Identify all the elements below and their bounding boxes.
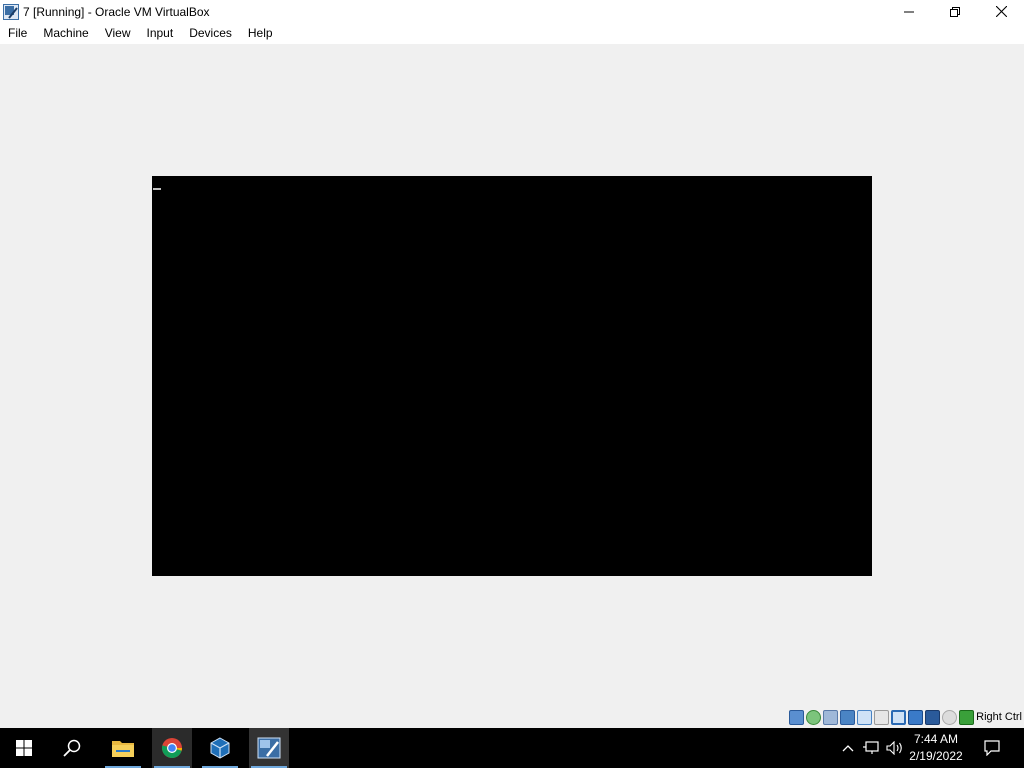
usb-icon[interactable] [857, 710, 872, 725]
vm-display-area [0, 44, 1024, 706]
network-icon[interactable] [840, 710, 855, 725]
file-explorer-icon [112, 741, 134, 757]
menu-help[interactable]: Help [240, 23, 281, 44]
close-icon [995, 6, 1007, 17]
search-button[interactable] [52, 728, 92, 768]
start-icon [16, 740, 32, 756]
status-bar: Right Ctrl [0, 706, 1024, 728]
taskbar-clock[interactable]: 7:44 AM 2/19/2022 [906, 731, 966, 765]
action-center-button[interactable] [972, 728, 1012, 768]
vm-screen[interactable] [152, 176, 872, 576]
menu-devices[interactable]: Devices [181, 23, 240, 44]
virtualbox-app-icon [3, 3, 19, 20]
search-icon [63, 739, 81, 757]
clock-time: 7:44 AM [913, 732, 959, 746]
video-capture-icon[interactable] [908, 710, 923, 725]
text-cursor [153, 188, 161, 190]
menu-input[interactable]: Input [139, 23, 182, 44]
virtualbox-icon [210, 737, 230, 759]
notification-icon [984, 740, 1000, 756]
show-hidden-icons-button[interactable] [836, 728, 860, 768]
taskbar: 7:44 AM 2/19/2022 [0, 728, 1024, 768]
menu-view[interactable]: View [97, 23, 139, 44]
minimize-icon [904, 11, 914, 12]
vm-window-icon [257, 737, 281, 759]
chevron-up-icon [842, 745, 854, 752]
restore-icon [950, 6, 960, 17]
window-title: 7 [Running] - Oracle VM VirtualBox [23, 4, 210, 19]
menu-bar: File Machine View Input Devices Help [0, 23, 1024, 44]
title-bar[interactable]: 7 [Running] - Oracle VM VirtualBox [0, 0, 1024, 23]
audio-icon[interactable] [823, 710, 838, 725]
chrome-icon [161, 738, 183, 759]
keyboard-icon[interactable] [959, 710, 974, 725]
virtualization-icon[interactable] [925, 710, 940, 725]
taskbar-chrome[interactable] [152, 728, 192, 768]
hard-disk-icon[interactable] [789, 710, 804, 725]
clock-date: 2/19/2022 [909, 749, 963, 763]
optical-drive-icon[interactable] [806, 710, 821, 725]
volume-icon [886, 741, 902, 755]
display-icon[interactable] [891, 710, 906, 725]
menu-machine[interactable]: Machine [35, 23, 96, 44]
host-key-label: Right Ctrl [976, 711, 1022, 723]
taskbar-virtualbox[interactable] [200, 728, 240, 768]
restore-button[interactable] [932, 0, 978, 23]
menu-file[interactable]: File [0, 23, 35, 44]
minimize-button[interactable] [886, 0, 932, 23]
start-button[interactable] [4, 728, 44, 768]
mouse-integration-icon[interactable] [942, 710, 957, 725]
taskbar-file-explorer[interactable] [103, 728, 143, 768]
volume-tray-button[interactable] [883, 728, 907, 768]
network-tray-button[interactable] [859, 728, 883, 768]
close-button[interactable] [978, 0, 1024, 23]
network-icon [863, 741, 879, 754]
shared-folders-icon[interactable] [874, 710, 889, 725]
taskbar-vm-window[interactable] [249, 728, 289, 768]
